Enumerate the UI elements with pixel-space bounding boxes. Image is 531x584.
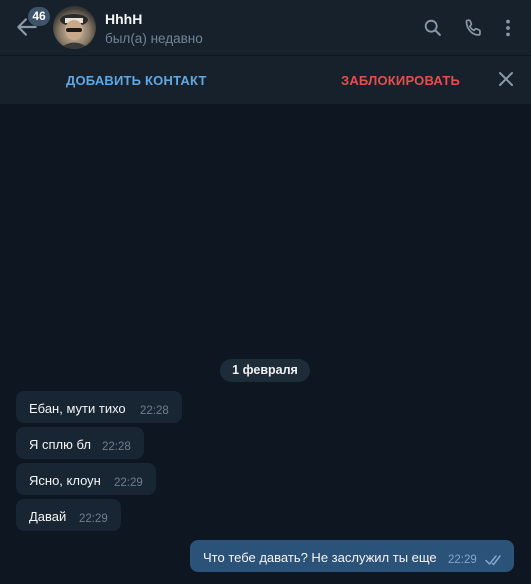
phone-icon[interactable]	[463, 17, 485, 39]
incoming-message[interactable]: Давай 22:29	[16, 499, 121, 531]
double-check-icon	[485, 555, 501, 566]
message-time: 22:28	[140, 405, 169, 417]
message-text: Я сплю бл	[29, 437, 91, 452]
chat-title[interactable]: HhhH	[105, 11, 142, 27]
message-text: Ебан, мути тихо	[29, 401, 126, 416]
avatar[interactable]	[53, 6, 96, 49]
last-seen-status: был(а) недавно	[105, 31, 203, 46]
chat-header: 46 HhhH был(а) недавно	[0, 0, 531, 55]
incoming-message[interactable]: Ебан, мути тихо 22:28	[16, 391, 182, 423]
message-text: Что тебе давать? Не заслужил ты еще	[203, 550, 437, 565]
more-vert-icon[interactable]	[497, 17, 519, 39]
incoming-message[interactable]: Я сплю бл 22:28	[16, 427, 144, 459]
unread-count-badge: 46	[28, 7, 50, 26]
search-icon[interactable]	[422, 17, 444, 39]
block-user-button[interactable]: ЗАБЛОКИРОВАТЬ	[341, 73, 460, 88]
message-time: 22:29	[448, 554, 477, 566]
message-time: 22:28	[102, 441, 131, 453]
message-text: Давай	[29, 509, 67, 524]
contact-action-bar: ДОБАВИТЬ КОНТАКТ ЗАБЛОКИРОВАТЬ	[0, 56, 531, 104]
message-text: Ясно, клоун	[29, 473, 101, 488]
incoming-message[interactable]: Ясно, клоун 22:29	[16, 463, 156, 495]
message-time: 22:29	[79, 513, 108, 525]
add-contact-button[interactable]: ДОБАВИТЬ КОНТАКТ	[66, 73, 207, 88]
close-icon[interactable]	[497, 70, 515, 88]
date-separator: 1 февраля	[220, 359, 310, 382]
outgoing-message[interactable]: Что тебе давать? Не заслужил ты еще 22:2…	[190, 540, 514, 572]
message-time: 22:29	[114, 477, 143, 489]
